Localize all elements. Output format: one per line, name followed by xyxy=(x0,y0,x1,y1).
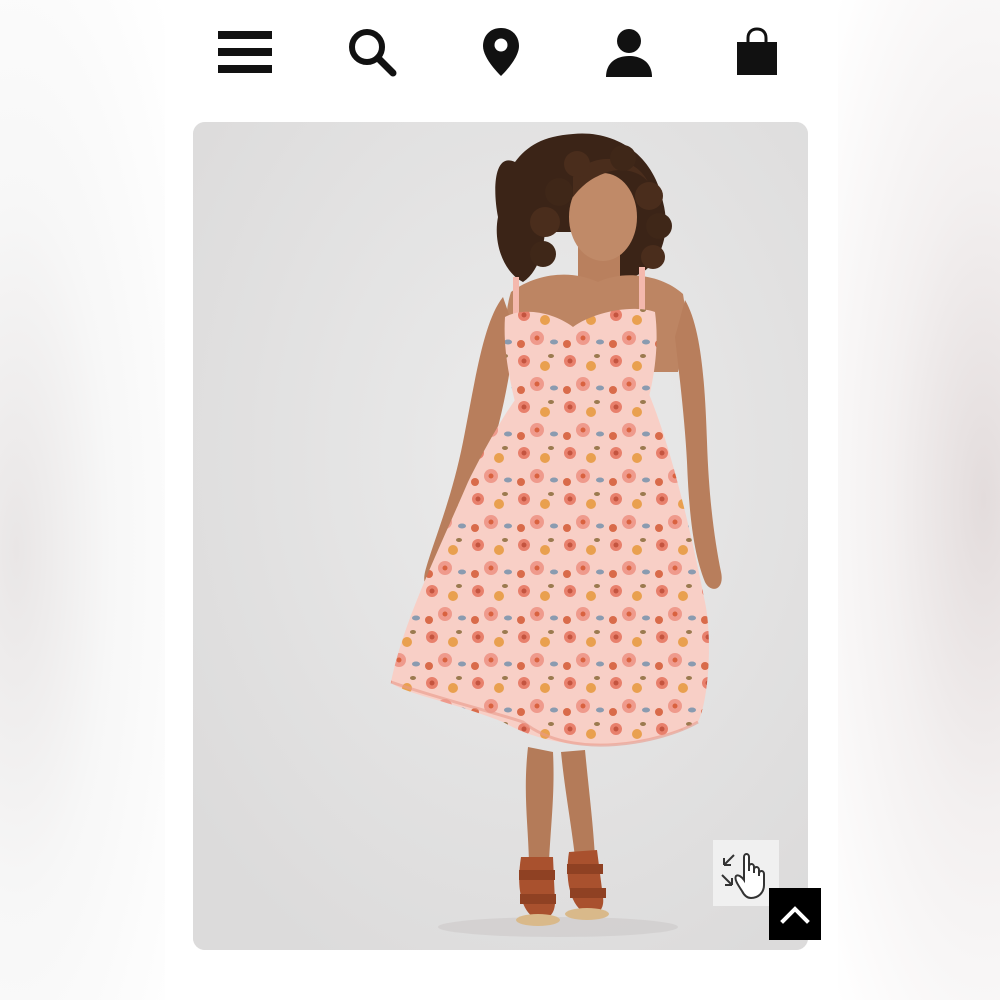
mobile-page xyxy=(165,0,838,1000)
search-icon xyxy=(349,29,397,77)
menu-button[interactable] xyxy=(215,22,275,82)
search-button[interactable] xyxy=(342,22,402,82)
chevron-up-icon xyxy=(780,906,810,924)
model-illustration xyxy=(193,122,808,950)
account-button[interactable] xyxy=(599,22,659,82)
top-nav-bar xyxy=(165,0,838,110)
shopping-bag-icon xyxy=(737,27,777,75)
back-to-top-button[interactable] xyxy=(769,888,821,940)
blurred-left-edge xyxy=(0,0,165,1000)
tap-to-zoom-icon xyxy=(721,853,765,900)
blurred-right-edge xyxy=(838,0,1000,1000)
store-locator-button[interactable] xyxy=(471,22,531,82)
product-image[interactable] xyxy=(193,122,808,950)
location-pin-icon xyxy=(483,28,519,76)
shopping-bag-button[interactable] xyxy=(727,22,787,82)
account-icon xyxy=(606,29,652,77)
menu-icon xyxy=(218,31,272,73)
